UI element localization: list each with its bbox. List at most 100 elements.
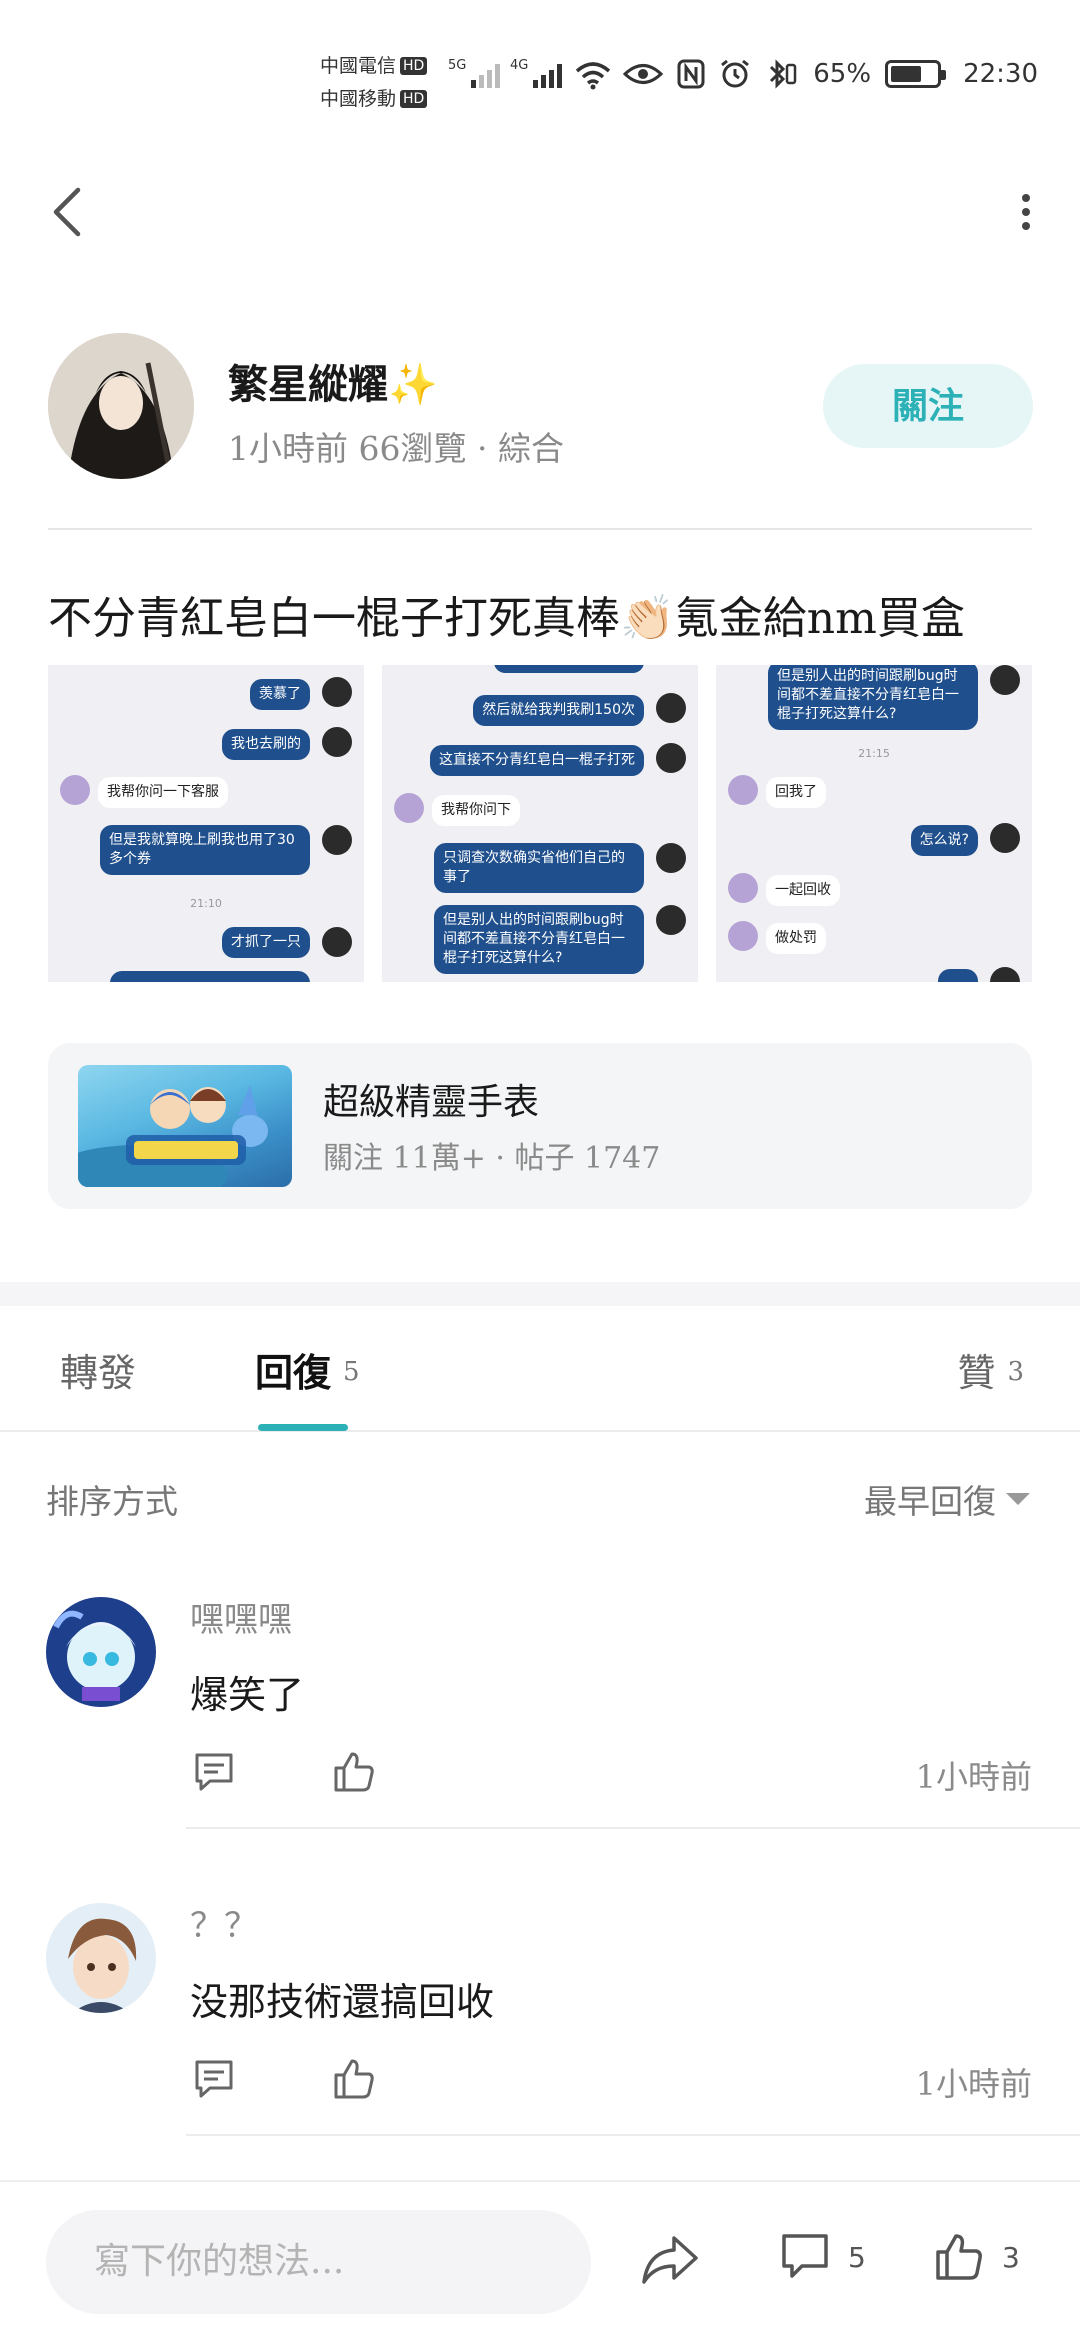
chat-bubble-partial [938, 969, 978, 982]
chat-avatar [656, 743, 686, 773]
chat-bubble: 但是我就算晚上刷我也用了30多个券 [100, 825, 310, 875]
chat-bubble: 一起回收 [766, 875, 840, 906]
tab-repost-label: 轉發 [60, 1351, 137, 1395]
wifi-icon [575, 62, 611, 90]
chat-bubble: 我帮你问下 [432, 795, 520, 826]
like-count-button[interactable]: 3 [934, 2232, 1020, 2282]
community-cover-image [78, 1065, 292, 1187]
tab-repost[interactable]: 轉發 [60, 1342, 136, 1397]
comment-divider [186, 1827, 1080, 1829]
thumbs-up-icon [936, 2234, 982, 2280]
chat-avatar [990, 665, 1020, 695]
alarm-icon [721, 59, 750, 88]
chat-avatar [322, 927, 352, 957]
like-icon[interactable] [332, 1750, 376, 1794]
tab-likes[interactable]: 贊3 [957, 1342, 1024, 1397]
tab-replies-count: 5 [343, 1357, 360, 1387]
chat-avatar [656, 693, 686, 723]
chat-bubble: 才抓了一只 [222, 927, 310, 958]
follow-button[interactable]: 關注 [823, 364, 1033, 448]
author-name[interactable]: 繁星縱耀✨ [228, 352, 438, 410]
chat-bubble: 羡慕了 [250, 679, 310, 710]
reply-icon[interactable] [192, 2057, 236, 2101]
chat-avatar [656, 905, 686, 935]
sort-dropdown[interactable]: 最早回復 [864, 1475, 1030, 1523]
chat-avatar [322, 825, 352, 855]
chat-avatar [394, 793, 424, 823]
hd-badge: HD [400, 57, 428, 75]
signal-4g-icon: 4G [510, 58, 563, 88]
post-image-2[interactable]: 然后就给我判我刷150次 这直接不分青红皂白一棍子打死 我帮你问下 只调查次数确… [382, 665, 698, 982]
tab-replies-label: 回復 [255, 1350, 332, 1395]
more-options-icon[interactable] [1016, 190, 1036, 234]
carrier-info: 中國電信 HD 中國移動 HD [320, 50, 428, 116]
chat-bubble: 怎么说? [910, 825, 978, 856]
post-image-3[interactable]: 但是别人出的时间跟刷bug时间都不差直接不分青红皂白一棍子打死这算什么? 21:… [716, 665, 1032, 982]
tab-divider [0, 1430, 1080, 1432]
status-icons: 65% 22:30 [623, 58, 1038, 90]
community-card[interactable]: 超級精靈手表 關注 11萬+ · 帖子 1747 [48, 1043, 1032, 1209]
chat-bubble: 回我了 [766, 777, 826, 808]
chat-avatar [990, 967, 1020, 982]
chat-bubble: 这直接不分青红皂白一棍子打死 [430, 745, 644, 776]
share-arrow-icon [642, 2236, 698, 2284]
sort-label: 排序方式 [46, 1482, 178, 1521]
comment-author[interactable]: ？？ [190, 1898, 258, 1947]
clock: 22:30 [963, 59, 1038, 89]
sort-value: 最早回復 [864, 1482, 996, 1521]
comment-count-button[interactable]: 5 [780, 2232, 866, 2282]
chat-bubble: 我帮你问一下客服 [98, 777, 228, 808]
comment-author[interactable]: 嘿嘿嘿 [190, 1592, 292, 1641]
carrier-2-label: 中國移動 [320, 88, 397, 110]
chat-bubble: 然后就给我判我刷150次 [473, 695, 644, 726]
chat-bubble: 做处罚 [766, 923, 826, 954]
comment-bubble-icon [782, 2234, 828, 2278]
comment-divider [186, 2134, 1080, 2136]
comment-count: 5 [848, 2240, 866, 2274]
chat-avatar [60, 775, 90, 805]
hd-badge: HD [400, 90, 428, 108]
chat-timestamp: 21:10 [190, 897, 222, 910]
battery-percent: 65% [813, 59, 872, 89]
chat-avatar [990, 823, 1020, 853]
chat-avatar [322, 727, 352, 757]
eye-icon [623, 64, 664, 84]
chat-bubble: 只调查次数确实省他们自己的事了 [434, 843, 644, 893]
nfc-icon [677, 59, 705, 89]
active-tab-indicator [258, 1424, 348, 1431]
tab-replies[interactable]: 回復 5 [255, 1342, 360, 1397]
like-icon[interactable] [332, 2057, 376, 2101]
chat-bubble-partial [494, 665, 644, 673]
back-chevron-icon[interactable] [44, 182, 88, 242]
chat-avatar [728, 873, 758, 903]
comment-text: 没那技術還搞回收 [190, 1980, 495, 2024]
dropdown-arrow-icon [1006, 1493, 1030, 1505]
divider [48, 528, 1032, 530]
tab-likes-count: 3 [1007, 1357, 1024, 1387]
like-count: 3 [1002, 2240, 1020, 2274]
author-avatar[interactable] [48, 333, 194, 479]
chat-bubble: 但是别人出的时间跟刷bug时间都不差直接不分青红皂白一棍子打死这算什么? [768, 665, 978, 730]
comment-time: 1小時前 [915, 2065, 1032, 2103]
community-meta: 關注 11萬+ · 帖子 1747 [323, 1141, 661, 1176]
status-bar: 中國電信 HD 中國移動 HD 5G 4G 65% 22:30 [0, 0, 1080, 150]
signal-5g-icon: 5G [448, 58, 501, 88]
share-button[interactable] [640, 2232, 700, 2288]
chat-avatar [322, 677, 352, 707]
chat-bubble: 我也去刷的 [222, 729, 310, 760]
bluetooth-icon [770, 59, 797, 89]
post-image-1[interactable]: 羡慕了 我也去刷的 我帮你问一下客服 但是我就算晚上刷我也用了30多个券 21:… [48, 665, 364, 982]
post-title: 不分青紅皂白一棍子打死真棒👏🏻氪金給nm買盒 [48, 593, 965, 644]
comment-avatar[interactable] [46, 1903, 156, 2013]
post-meta: 1小時前 66瀏覽 · 綜合 [228, 429, 564, 468]
section-gap [0, 1282, 1080, 1306]
reply-icon[interactable] [192, 1750, 236, 1794]
chat-bubble-partial [110, 971, 310, 982]
chat-avatar [728, 775, 758, 805]
tab-likes-label: 贊 [957, 1351, 996, 1395]
chat-bubble: 但是别人出的时间跟刷bug时间都不差直接不分青红皂白一棍子打死这算什么? [434, 905, 644, 974]
carrier-1-label: 中國電信 [320, 55, 397, 77]
comment-avatar[interactable] [46, 1597, 156, 1707]
comment-input[interactable]: 寫下你的想法... [46, 2210, 591, 2314]
community-name: 超級精靈手表 [323, 1082, 540, 1123]
